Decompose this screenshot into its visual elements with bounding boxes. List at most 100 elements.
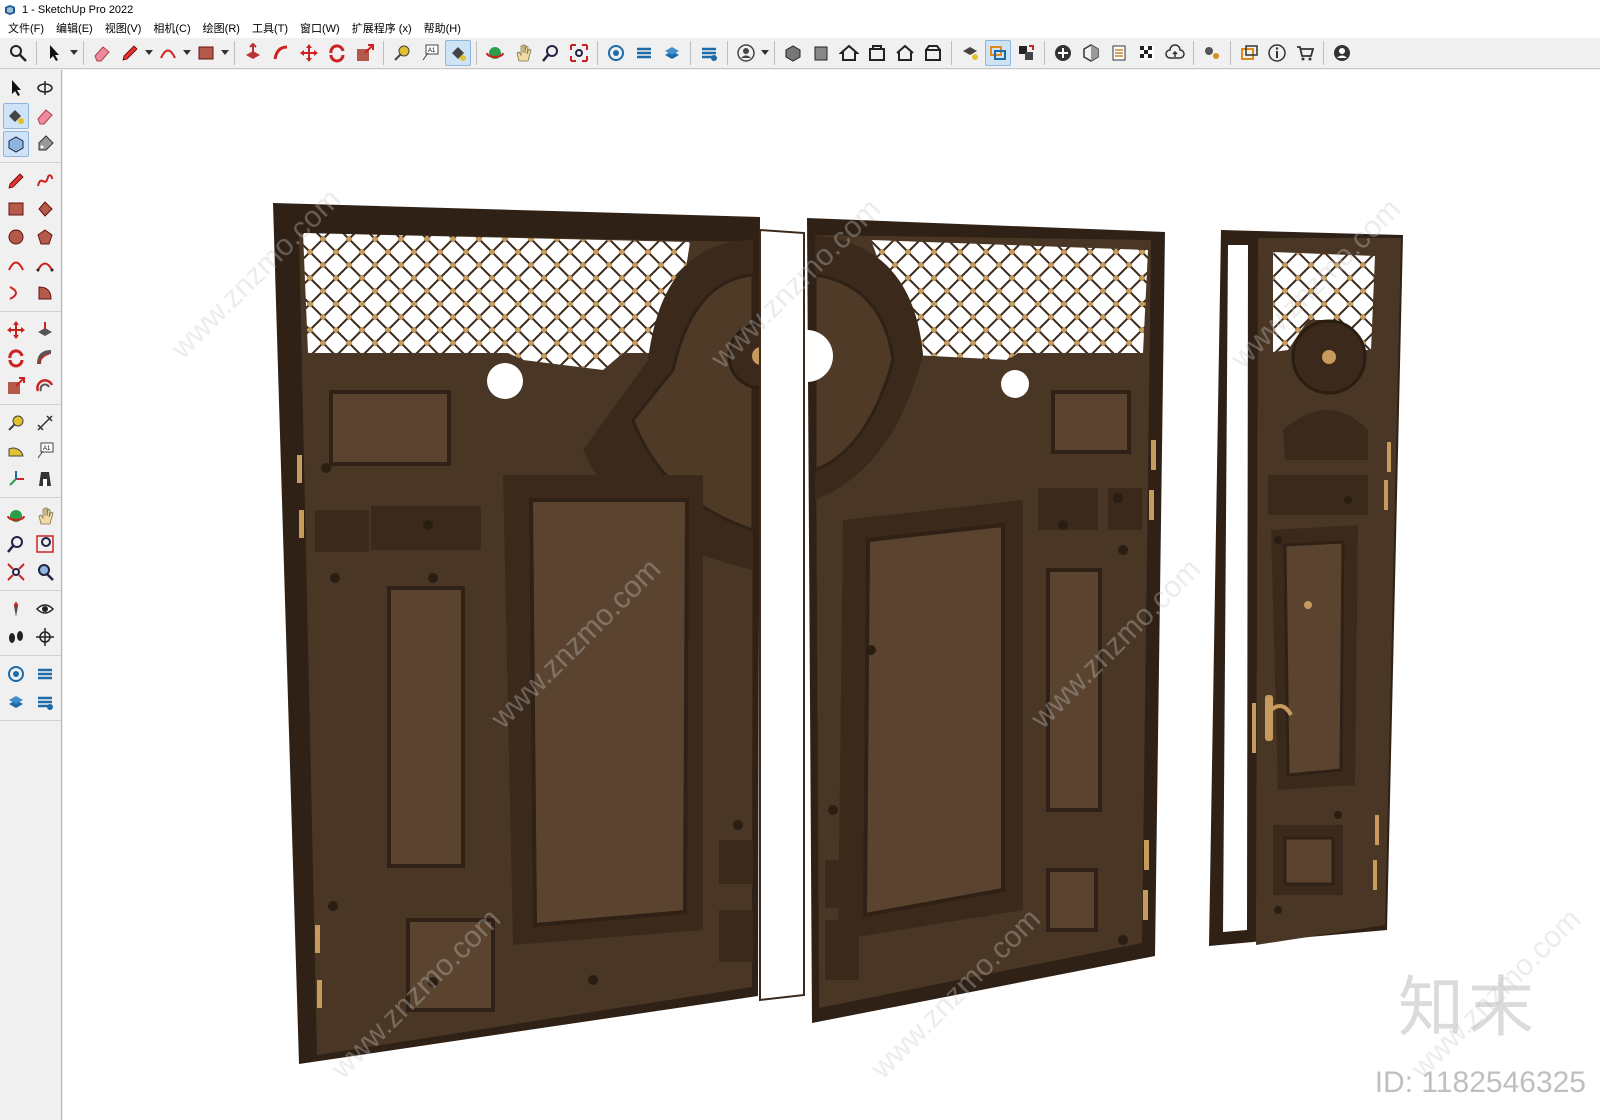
text-icon[interactable]: A1 (32, 438, 58, 464)
select-icon[interactable] (3, 75, 29, 101)
extension-warehouse-icon[interactable] (659, 40, 685, 66)
top-view-icon[interactable] (864, 40, 890, 66)
follow-me-icon[interactable] (32, 345, 58, 371)
front-view-icon[interactable] (808, 40, 834, 66)
iso-view-icon[interactable] (780, 40, 806, 66)
info-icon[interactable] (1264, 40, 1290, 66)
3d-warehouse-icon[interactable] (3, 661, 29, 687)
component-icon[interactable] (3, 131, 30, 157)
model-viewport[interactable]: www.znzmo.com www.znzmo.com www.znzmo.co… (63, 70, 1600, 1120)
two-point-arc-icon[interactable] (32, 252, 58, 278)
push-pull-icon[interactable] (32, 317, 58, 343)
arc-icon[interactable] (155, 40, 181, 66)
arc-icon[interactable] (3, 252, 29, 278)
zoom-icon[interactable] (3, 531, 29, 557)
menu-camera[interactable]: 相机(C) (147, 20, 196, 38)
zoom-icon[interactable] (5, 40, 31, 66)
paint-bucket-icon[interactable] (445, 40, 471, 66)
presentation-icon[interactable] (1236, 40, 1262, 66)
chevron-down-icon[interactable] (220, 40, 230, 66)
look-around-icon[interactable] (32, 596, 58, 622)
rectangle-icon[interactable] (3, 196, 29, 222)
eraser-icon[interactable] (32, 103, 58, 129)
offset-icon[interactable] (32, 373, 58, 399)
menu-window[interactable]: 窗口(W) (294, 20, 346, 38)
chevron-down-icon[interactable] (182, 40, 192, 66)
menu-file[interactable]: 文件(F) (2, 20, 50, 38)
zoom-extents-icon[interactable] (566, 40, 592, 66)
move-icon[interactable] (296, 40, 322, 66)
rectangle-icon[interactable] (193, 40, 219, 66)
tag-icon[interactable] (32, 131, 58, 157)
select-icon[interactable] (42, 40, 68, 66)
share-model-icon[interactable] (3, 689, 29, 715)
protractor-icon[interactable] (3, 438, 29, 464)
eraser-icon[interactable] (89, 40, 115, 66)
menu-help[interactable]: 帮助(H) (418, 20, 467, 38)
move-icon[interactable] (3, 317, 29, 343)
cart-icon[interactable] (1292, 40, 1318, 66)
three-point-arc-icon[interactable] (3, 280, 29, 306)
menu-draw[interactable]: 绘图(R) (197, 20, 246, 38)
position-camera-icon[interactable] (3, 596, 29, 622)
layout-icon[interactable] (696, 40, 722, 66)
menu-edit[interactable]: 编辑(E) (50, 20, 99, 38)
left-door-leaf[interactable] (273, 203, 795, 1064)
pencil-icon[interactable] (117, 40, 143, 66)
section-view-icon[interactable] (920, 40, 946, 66)
pie-icon[interactable] (32, 280, 58, 306)
extension-manager-icon[interactable] (1199, 40, 1225, 66)
match-photo-icon[interactable] (1134, 40, 1160, 66)
chevron-down-icon[interactable] (69, 40, 79, 66)
user-icon[interactable] (733, 40, 759, 66)
zoom-extents-icon[interactable] (3, 559, 29, 585)
model-info-icon[interactable] (32, 689, 58, 715)
tape-measure-icon[interactable] (389, 40, 415, 66)
chevron-down-icon[interactable] (144, 40, 154, 66)
pencil-icon[interactable] (3, 168, 29, 194)
orbit-icon[interactable] (32, 75, 58, 101)
freehand-icon[interactable] (32, 168, 58, 194)
menu-view[interactable]: 视图(V) (99, 20, 148, 38)
text-icon[interactable]: A1 (417, 40, 443, 66)
push-pull-icon[interactable] (240, 40, 266, 66)
3d-text-icon[interactable] (32, 466, 58, 492)
dimension-icon[interactable] (32, 410, 58, 436)
shadow-icon[interactable] (1078, 40, 1104, 66)
circle-icon[interactable] (3, 224, 29, 250)
tape-measure-icon[interactable] (3, 410, 29, 436)
rotate-icon[interactable] (324, 40, 350, 66)
back-view-icon[interactable] (892, 40, 918, 66)
menu-tools[interactable]: 工具(T) (246, 20, 294, 38)
right-door-leaf[interactable] (807, 218, 1165, 1023)
cloud-icon[interactable] (1162, 40, 1188, 66)
styles-icon[interactable] (1013, 40, 1039, 66)
chevron-down-icon[interactable] (760, 40, 770, 66)
paint-bucket-icon[interactable] (3, 103, 30, 129)
account-icon[interactable] (1329, 40, 1355, 66)
axes-icon[interactable] (3, 466, 29, 492)
follow-me-icon[interactable] (268, 40, 294, 66)
extension-warehouse-icon[interactable] (32, 661, 58, 687)
fog-icon[interactable] (1106, 40, 1132, 66)
menu-extensions[interactable]: 扩展程序 (x) (346, 20, 418, 38)
orbit-icon[interactable] (3, 503, 29, 529)
rotate-icon[interactable] (3, 345, 29, 371)
pan-icon[interactable] (510, 40, 536, 66)
zoom-window-icon[interactable] (538, 40, 564, 66)
previous-view-icon[interactable] (32, 559, 58, 585)
share-model-icon[interactable] (631, 40, 657, 66)
pan-icon[interactable] (32, 503, 58, 529)
polygon-icon[interactable] (32, 224, 58, 250)
orbit-icon[interactable] (482, 40, 508, 66)
home-view-icon[interactable] (836, 40, 862, 66)
zoom-window-icon[interactable] (32, 531, 58, 557)
warehouse-icon[interactable] (603, 40, 629, 66)
walk-icon[interactable] (3, 624, 29, 650)
rotated-rectangle-icon[interactable] (32, 196, 58, 222)
scale-icon[interactable] (352, 40, 378, 66)
add-location-icon[interactable] (1050, 40, 1076, 66)
section-plane-icon[interactable] (32, 624, 58, 650)
components-icon[interactable] (985, 40, 1011, 66)
scale-icon[interactable] (3, 373, 29, 399)
